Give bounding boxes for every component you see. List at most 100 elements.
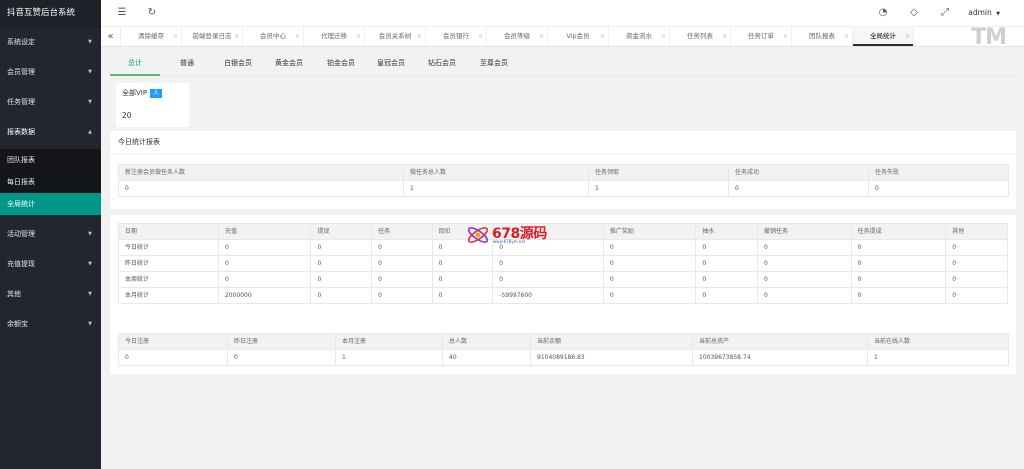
vip-badge: 人 <box>150 89 163 98</box>
tab-team-report[interactable]: 团队报表 × <box>792 27 853 46</box>
sidebar-item-report-data[interactable]: 报表数据 ▲ <box>0 117 101 147</box>
table-cell: 0 <box>431 255 494 272</box>
ctab-supreme[interactable]: 至尊会员 <box>469 52 519 76</box>
close-icon[interactable]: × <box>478 27 483 46</box>
table-header-cell: 当前总资产 <box>692 333 868 350</box>
table-cell: 0 <box>945 287 1008 304</box>
user-menu[interactable]: admin ▼ <box>968 0 1000 27</box>
table-cell: 0 <box>310 287 373 304</box>
top-header: ☰ ↻ ◔ ◇ ⤢ admin ▼ <box>101 0 1024 27</box>
table-header-cell: 总人数 <box>442 333 531 350</box>
tab-login-log[interactable]: 前端登录日志 × <box>182 27 243 46</box>
table-cell: 2000000 <box>217 287 312 304</box>
table-header-cell: 其他 <box>945 223 1008 240</box>
ctab-gold[interactable]: 黄金会员 <box>264 52 314 76</box>
tab-vip-member[interactable]: Vip会员 × <box>548 27 609 46</box>
sidebar-subitem-daily-report[interactable]: 每日报表 <box>0 171 101 193</box>
summary-table: 今日注册 昨日注册 本月注册 总人数 当前余额 当前总资产 当前在线人数 0 0… <box>118 333 1009 366</box>
sidebar-item-system-settings[interactable]: 系统设定 ▼ <box>0 27 101 57</box>
close-icon[interactable]: × <box>234 27 239 46</box>
caret-down-icon: ▼ <box>88 291 92 297</box>
menu-fold-icon[interactable]: ☰ <box>115 6 129 20</box>
close-icon[interactable]: × <box>722 27 727 46</box>
table-cell: 0 <box>371 239 433 256</box>
sidebar-submenu: 团队报表 每日报表 全局统计 <box>0 149 101 215</box>
table-cell: 0 <box>945 239 1008 256</box>
close-icon[interactable]: × <box>905 27 910 46</box>
tab-task-orders[interactable]: 任务订单 × <box>731 27 792 46</box>
close-icon[interactable]: × <box>661 27 666 46</box>
sidebar-item-member-management[interactable]: 会员管理 ▼ <box>0 57 101 87</box>
close-icon[interactable]: × <box>844 27 849 46</box>
table-cell: 0 <box>227 349 336 366</box>
close-icon[interactable]: × <box>356 27 361 46</box>
table-cell: 0 <box>310 255 373 272</box>
table-cell: 0 <box>371 287 433 304</box>
tab-label: 团队报表 <box>809 32 835 40</box>
fullscreen-icon[interactable]: ⤢ <box>938 6 952 20</box>
tag-icon[interactable]: ◇ <box>907 6 921 20</box>
close-icon[interactable]: × <box>783 27 788 46</box>
table-cell: 0 <box>217 255 312 272</box>
main-content: 总计 普通 白银会员 黄金会员 铂金会员 皇冠会员 钻石会员 至尊会员 全部VI… <box>101 47 1024 469</box>
table-cell: 0 <box>371 271 433 288</box>
tab-fund-flow[interactable]: 资金流水 × <box>609 27 670 46</box>
tab-member-bank[interactable]: 会员银行 × <box>426 27 487 46</box>
caret-down-icon: ▼ <box>88 261 92 267</box>
table-cell: 1 <box>335 349 443 366</box>
refresh-icon[interactable]: ↻ <box>145 6 159 20</box>
table-cell: 0 <box>695 255 759 272</box>
close-icon[interactable]: × <box>295 27 300 46</box>
app-title: 抖音互赞后台系统 <box>0 0 101 27</box>
tabs-scroll-left-icon[interactable]: « <box>101 27 121 46</box>
close-icon[interactable]: × <box>539 27 544 46</box>
tab-task-list[interactable]: 任务列表 × <box>670 27 731 46</box>
tab-label: 全局统计 <box>870 32 896 40</box>
caret-down-icon: ▼ <box>88 39 92 45</box>
caret-up-icon: ▲ <box>88 129 92 135</box>
sidebar-item-task-management[interactable]: 任务管理 ▼ <box>0 87 101 117</box>
table-header-cell: 任务领取 <box>588 164 729 181</box>
table-cell: 本周统计 <box>118 271 219 288</box>
tab-member-center[interactable]: 会员中心 × <box>243 27 304 46</box>
ctab-total[interactable]: 总计 <box>110 52 160 76</box>
table-header-row: 新注册会员做任务人数 做任务总人数 任务领取 任务成功 任务失败 <box>118 164 1009 181</box>
table-cell: 0 <box>431 239 494 256</box>
tab-global-stats[interactable]: 全局统计 × <box>853 27 914 46</box>
table-header-cell: 昨日注册 <box>227 333 336 350</box>
sidebar-subitem-team-report[interactable]: 团队报表 <box>0 149 101 171</box>
table-cell: 40 <box>442 349 531 366</box>
sidebar-item-other[interactable]: 其他 ▼ <box>0 279 101 309</box>
ctab-normal[interactable]: 普通 <box>162 52 212 76</box>
tab-agent-migration[interactable]: 代理迁移 × <box>304 27 365 46</box>
table-cell: 1 <box>867 349 1009 366</box>
theme-icon[interactable]: ◔ <box>876 6 890 20</box>
user-name: admin <box>968 8 992 17</box>
sidebar-item-recharge-withdraw[interactable]: 充值提现 ▼ <box>0 249 101 279</box>
table-cell: 昨日统计 <box>118 255 219 272</box>
tab-member-tree[interactable]: 会员关系树 × <box>365 27 426 46</box>
table-cell: 0 <box>431 287 494 304</box>
sidebar-item-label: 活动管理 <box>7 230 35 238</box>
table-header-cell: 当前在线人数 <box>867 333 1009 350</box>
tab-member-level[interactable]: 会员等级 × <box>487 27 548 46</box>
close-icon[interactable]: × <box>173 27 178 46</box>
table-cell: 0 <box>217 271 312 288</box>
ctab-silver[interactable]: 白银会员 <box>213 52 263 76</box>
close-icon[interactable]: × <box>417 27 422 46</box>
sidebar-item-activity-management[interactable]: 活动管理 ▼ <box>0 219 101 249</box>
sidebar-item-label: 余额宝 <box>7 320 28 328</box>
tab-clear-cache[interactable]: 清除缓存 × <box>121 27 182 46</box>
sidebar-item-yuebao[interactable]: 余额宝 ▼ <box>0 309 101 339</box>
member-level-tabs: 总计 普通 白银会员 黄金会员 铂金会员 皇冠会员 钻石会员 至尊会员 <box>110 52 1016 76</box>
vip-count-value: 20 <box>122 111 132 120</box>
ctab-crown[interactable]: 皇冠会员 <box>366 52 416 76</box>
table-cell: 今日统计 <box>118 239 219 256</box>
table-cell: 0 <box>371 255 433 272</box>
close-icon[interactable]: × <box>600 27 605 46</box>
ctab-platinum[interactable]: 铂金会员 <box>316 52 366 76</box>
sidebar-subitem-global-stats[interactable]: 全局统计 <box>0 193 101 215</box>
table-cell: 0 <box>757 255 852 272</box>
ctab-diamond[interactable]: 钻石会员 <box>417 52 467 76</box>
table-header-row: 今日注册 昨日注册 本月注册 总人数 当前余额 当前总资产 当前在线人数 <box>118 333 1009 350</box>
